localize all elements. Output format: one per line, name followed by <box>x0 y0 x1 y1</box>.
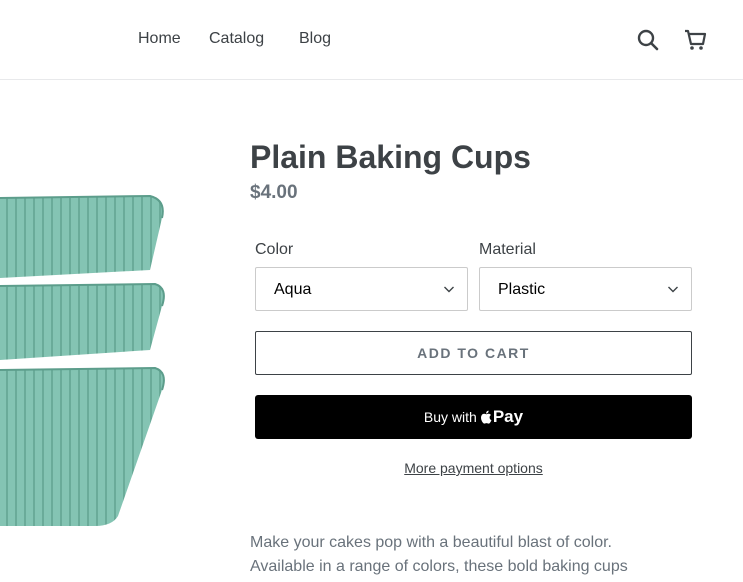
nav-link-catalog[interactable]: Catalog <box>209 29 264 49</box>
buy-with-apple-pay-button[interactable]: Buy with Pay <box>255 395 692 439</box>
site-header: Home Catalog Blog <box>0 0 743 80</box>
chevron-down-icon <box>668 286 678 293</box>
nav-link-blog[interactable]: Blog <box>299 29 331 49</box>
material-select-value: Plastic <box>498 281 546 298</box>
color-label: Color <box>255 241 294 258</box>
chevron-down-icon <box>444 286 454 293</box>
description-line: Available in a range of colors, these bo… <box>250 558 628 575</box>
material-label: Material <box>479 241 536 258</box>
product-description: Make your cakes pop with a beautiful bla… <box>250 531 730 579</box>
more-payment-options-link[interactable]: More payment options <box>404 460 543 476</box>
material-select[interactable]: Plastic <box>479 267 692 311</box>
more-payment-wrapper: More payment options <box>255 459 692 478</box>
nav-link-home[interactable]: Home <box>138 29 181 49</box>
apple-pay-mark: Pay <box>480 407 523 427</box>
cart-icon[interactable] <box>683 28 707 52</box>
description-line: Make your cakes pop with a beautiful bla… <box>250 534 612 551</box>
buy-with-label: Buy with <box>423 409 477 425</box>
product-image-baking-cups[interactable] <box>0 190 170 530</box>
search-icon[interactable] <box>636 28 660 52</box>
apple-logo-icon <box>480 410 492 424</box>
color-select-value: Aqua <box>274 281 312 298</box>
add-to-cart-button[interactable]: ADD TO CART <box>255 331 692 375</box>
product-title: Plain Baking Cups <box>250 139 531 175</box>
product-price: $4.00 <box>250 182 298 203</box>
color-select[interactable]: Aqua <box>255 267 468 311</box>
pay-label: Pay <box>492 407 524 426</box>
